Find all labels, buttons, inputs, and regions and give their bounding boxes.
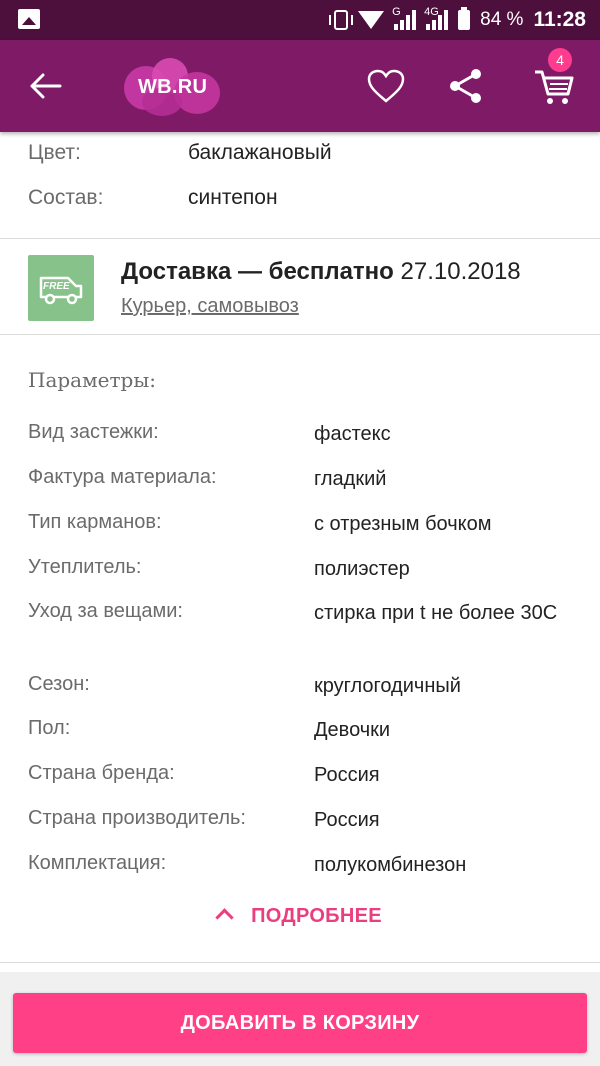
param-value: с отрезным бочком [314, 513, 492, 535]
param-value: Россия [314, 764, 380, 786]
color-value-wrap: баклажановый [188, 141, 332, 165]
share-button[interactable] [446, 66, 486, 106]
param-value: гладкий [314, 468, 387, 490]
param-value: стирка при t не более 30С [314, 602, 558, 624]
param-label: Фактура материала: [28, 466, 217, 488]
param-label: Сезон: [28, 673, 90, 695]
gallery-icon [18, 9, 40, 29]
param-value: Россия [314, 809, 380, 831]
param-label: Страна бренда: [28, 762, 175, 784]
composition-row: Состав: [28, 186, 103, 210]
param-label: Комплектация: [28, 852, 167, 874]
heart-icon [367, 69, 405, 103]
param-value: полукомбинезон [314, 854, 467, 876]
arrow-left-icon [30, 73, 62, 99]
wifi-icon [358, 11, 385, 29]
param-label: Пол: [28, 717, 71, 739]
param-label: Вид застежки: [28, 421, 159, 443]
clock: 11:28 [533, 8, 586, 31]
show-more-button[interactable]: ПОДРОБНЕЕ [0, 905, 600, 928]
cart-count-badge: 4 [548, 48, 572, 72]
favorite-button[interactable] [366, 68, 406, 104]
signal-4g-icon: 4G [424, 6, 449, 30]
param-label: Тип карманов: [28, 511, 162, 533]
battery-percent: 84 % [480, 9, 524, 30]
free-icon-text: FREE [43, 281, 70, 292]
logo-text: WB.RU [138, 76, 208, 98]
color-value: баклажановый [188, 141, 332, 164]
delivery-title: Доставка — бесплатно 27.10.2018 [121, 258, 521, 286]
param-label: Уход за вещами: [28, 600, 183, 622]
wb-logo[interactable]: WB.RU [122, 58, 222, 116]
param-value: полиэстер [314, 558, 410, 580]
delivery-free-label: Доставка — бесплатно [121, 258, 394, 285]
divider [0, 334, 600, 335]
composition-value: синтепон [188, 186, 278, 209]
param-value: круглогодичный [314, 675, 461, 697]
delivery-date: 27.10.2018 [400, 258, 521, 285]
param-label: Утеплитель: [28, 556, 142, 578]
status-bar: G 4G 84 % 11:28 [0, 0, 600, 40]
param-label: Страна производитель: [28, 807, 246, 829]
chevron-up-icon [215, 908, 234, 927]
composition-label: Состав: [28, 186, 104, 209]
param-value: Девочки [314, 719, 391, 741]
free-truck-icon: FREE [39, 276, 83, 305]
share-icon [450, 69, 481, 103]
divider [0, 238, 600, 239]
composition-value-wrap: синтепон [188, 186, 278, 210]
network-type-label: G [392, 6, 401, 18]
color-label: Цвет: [28, 141, 81, 164]
show-more-label: ПОДРОБНЕЕ [251, 905, 382, 927]
divider [0, 962, 600, 963]
network-4g-label: 4G [424, 6, 439, 18]
vibrate-icon [329, 10, 354, 30]
signal-icon: G [392, 6, 417, 30]
param-value: фастекс [314, 423, 391, 445]
app-bar: WB.RU [0, 40, 600, 132]
color-row: Цвет: [28, 141, 81, 165]
status-icons: G 4G 84 % 11:28 [329, 0, 586, 40]
add-to-cart-button[interactable]: ДОБАВИТЬ В КОРЗИНУ [13, 993, 587, 1053]
parameters-title: Параметры: [28, 368, 157, 392]
free-delivery-badge: FREE [28, 255, 94, 321]
back-button[interactable] [26, 70, 66, 102]
delivery-methods-link[interactable]: Курьер, самовывоз [121, 295, 299, 318]
battery-icon [458, 7, 471, 30]
